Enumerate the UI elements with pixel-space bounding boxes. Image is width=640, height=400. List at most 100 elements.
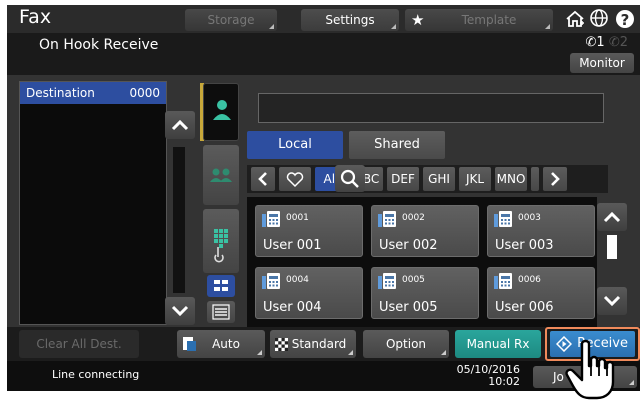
storage-button[interactable]: Storage — [185, 9, 277, 31]
time-label: 10:02 — [488, 375, 520, 388]
standard-label: Standard — [291, 337, 347, 351]
entry-name: User 004 — [263, 300, 322, 315]
group-icon — [210, 168, 232, 182]
address-card[interactable]: 0006 User 006 — [487, 267, 595, 319]
status-bar: Line connecting 05/10/2016 10:02 Jo — [7, 361, 640, 391]
destination-scrollbar[interactable] — [173, 147, 185, 293]
address-card[interactable]: 0003 User 003 — [487, 205, 595, 257]
phone-icon: ✆ — [585, 35, 597, 50]
color-mode-button[interactable]: Auto — [177, 330, 265, 358]
option-label: Option — [385, 337, 427, 351]
fax-icon — [262, 273, 280, 289]
keypad-icon — [214, 229, 228, 263]
resolution-button[interactable]: Standard — [270, 330, 356, 358]
view-list-button[interactable] — [207, 301, 235, 323]
tab-local[interactable]: Local — [247, 131, 343, 159]
entry-name: User 001 — [263, 238, 322, 253]
entry-number: 0005 — [402, 275, 425, 285]
index-next-button[interactable] — [543, 167, 567, 191]
line-indicator: ✆1 ✆2 — [585, 35, 628, 50]
page-title: On Hook Receive — [39, 37, 159, 53]
destination-list[interactable]: Destination 0000 — [19, 81, 167, 325]
home-icon[interactable] — [563, 8, 587, 32]
storage-label: Storage — [207, 13, 255, 27]
address-card[interactable]: 0002 User 002 — [371, 205, 479, 257]
grid-scroll-up-button[interactable] — [597, 203, 627, 231]
corner-arrow-icon — [391, 24, 396, 29]
grid-scroll-down-button[interactable] — [597, 287, 627, 315]
clear-all-destinations-button[interactable]: Clear All Dest. — [19, 330, 139, 358]
date-label: 05/10/2016 — [456, 363, 520, 376]
corner-arrow-icon — [545, 24, 550, 29]
settings-button[interactable]: Settings — [301, 9, 399, 31]
help-icon[interactable]: ? — [613, 8, 637, 32]
entry-number: 0004 — [286, 275, 309, 285]
phone-icon-dim: ✆ — [608, 35, 620, 50]
index-mno-button[interactable]: MNO — [495, 167, 527, 191]
address-card[interactable]: 0004 User 004 — [255, 267, 363, 319]
checkered-icon — [275, 338, 288, 351]
corner-arrow-icon — [629, 380, 634, 385]
top-bar: Fax Storage Settings ★ Template ? — [7, 5, 640, 33]
heart-icon — [286, 172, 304, 188]
index-prev-button[interactable] — [251, 167, 275, 191]
fax-icon — [378, 211, 396, 227]
manual-rx-button[interactable]: Manual Rx — [455, 330, 541, 358]
globe-icon[interactable] — [587, 8, 611, 32]
grid-scroll-thumb[interactable] — [607, 235, 617, 259]
fax-icon — [494, 273, 512, 289]
header-row: On Hook Receive ✆1 ✆2 Monitor — [7, 33, 640, 75]
entry-number: 0006 — [518, 275, 541, 285]
chevron-left-icon — [258, 172, 267, 186]
index-jkl-button[interactable]: JKL — [459, 167, 491, 191]
corner-arrow-icon — [348, 350, 353, 355]
user-icon — [213, 100, 231, 120]
address-grid: 0001 User 001 0002 User 002 0003 User 00… — [247, 197, 597, 327]
chevron-down-icon — [603, 295, 621, 307]
address-card[interactable]: 0005 User 005 — [371, 267, 479, 319]
index-favorites-button[interactable] — [279, 167, 311, 191]
line2-label: 2 — [619, 35, 628, 50]
tile-view-icon — [214, 280, 228, 291]
entry-number: 0001 — [286, 213, 309, 223]
destination-scroll-up-button[interactable] — [165, 111, 195, 139]
group-tab[interactable] — [203, 145, 239, 205]
entry-name: User 006 — [495, 300, 554, 315]
template-button[interactable]: ★ Template — [405, 9, 553, 31]
auto-label: Auto — [212, 337, 240, 351]
corner-arrow-icon — [441, 350, 446, 355]
keypad-tab[interactable] — [203, 209, 239, 273]
status-message: Line connecting — [52, 368, 140, 381]
destination-scroll-down-button[interactable] — [165, 297, 195, 325]
address-card[interactable]: 0001 User 001 — [255, 205, 363, 257]
index-def-button[interactable]: DEF — [387, 167, 419, 191]
pointing-hand-icon — [565, 339, 615, 400]
entry-number: 0002 — [402, 213, 425, 223]
entry-number: 0003 — [518, 213, 541, 223]
single-user-tab[interactable] — [203, 83, 239, 141]
index-bar: All ABC DEF GHI JKL MNO — [247, 165, 608, 193]
chevron-up-icon — [603, 211, 621, 223]
address-search-field[interactable] — [258, 93, 604, 123]
view-tiles-button[interactable] — [207, 275, 235, 297]
function-bar: Clear All Dest. Auto Standard Option Man… — [7, 327, 640, 361]
corner-arrow-icon — [257, 350, 262, 355]
chevron-up-icon — [171, 119, 189, 131]
app-title: Fax — [19, 6, 52, 28]
destination-label: Destination — [26, 86, 95, 100]
index-ghi-button[interactable]: GHI — [423, 167, 455, 191]
search-button[interactable] — [335, 165, 365, 192]
tab-shared[interactable]: Shared — [349, 131, 445, 159]
help-glyph: ? — [620, 11, 630, 29]
main-panel: Destination 0000 Local Shared All ABC DE… — [7, 75, 640, 327]
fax-icon — [378, 273, 396, 289]
list-view-icon — [212, 304, 230, 320]
index-more-button[interactable] — [531, 167, 539, 191]
destination-header: Destination 0000 — [20, 82, 166, 104]
entry-name: User 005 — [379, 300, 438, 315]
monitor-button[interactable]: Monitor — [570, 53, 634, 73]
fax-icon — [494, 211, 512, 227]
entry-name: User 002 — [379, 238, 438, 253]
option-button[interactable]: Option — [363, 330, 449, 358]
document-icon — [183, 337, 196, 351]
